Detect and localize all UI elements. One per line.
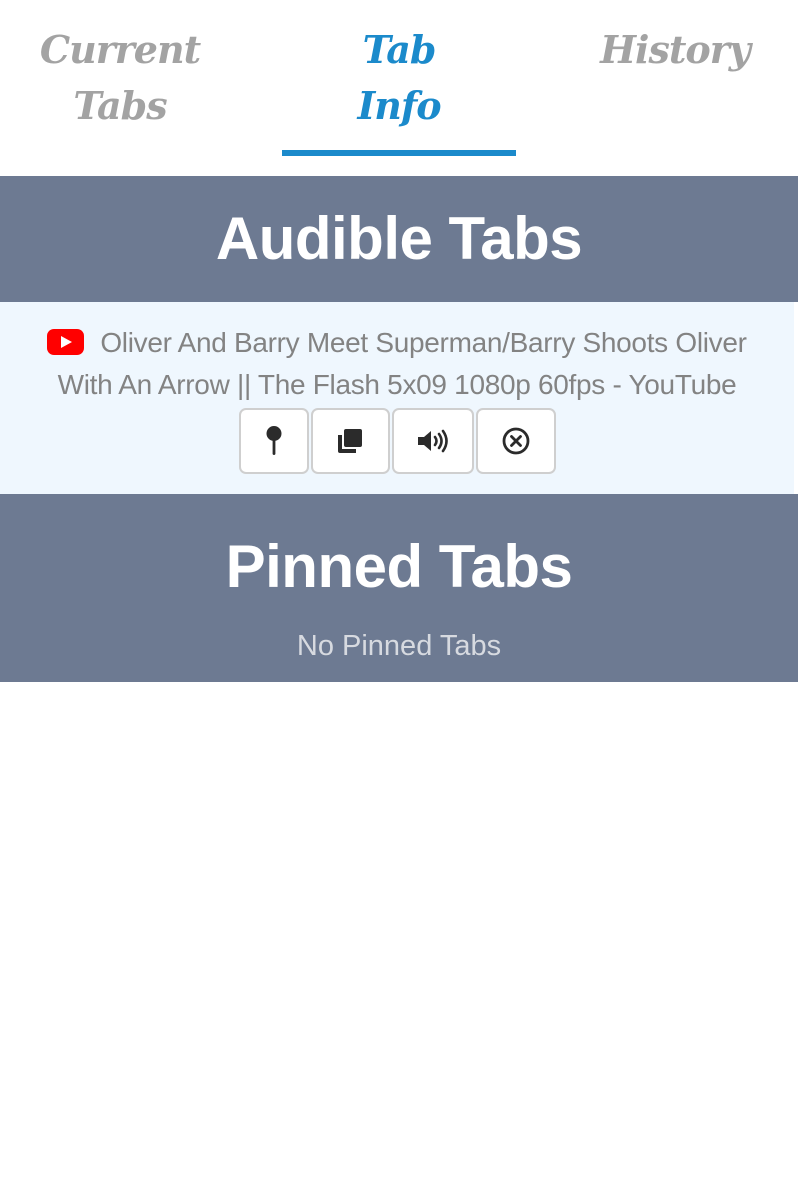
volume-icon	[417, 429, 448, 453]
tab-current-tabs[interactable]: Current Tabs	[0, 22, 240, 134]
duplicate-button[interactable]	[310, 408, 390, 474]
pinned-tabs-section: Pinned Tabs No Pinned Tabs	[0, 494, 798, 682]
tab-history[interactable]: History	[555, 22, 795, 78]
audible-tabs-header: Audible Tabs	[0, 176, 798, 302]
tab-item-title-text[interactable]: Oliver And Barry Meet Superman/Barry Sho…	[17, 322, 777, 406]
tab-tab-info[interactable]: Tab Info	[279, 22, 519, 134]
close-tab-button[interactable]	[475, 408, 556, 474]
audible-tabs-title: Audible Tabs	[215, 205, 583, 272]
tab-label-line: Current	[39, 27, 201, 72]
tab-label-line: History	[600, 27, 751, 72]
pin-button[interactable]	[238, 408, 309, 474]
no-pinned-tabs-text: No Pinned Tabs	[296, 630, 502, 662]
mute-button[interactable]	[391, 408, 474, 474]
youtube-icon	[47, 329, 85, 355]
tab-item-actions	[0, 408, 794, 474]
audible-tab-item: Oliver And Barry Meet Superman/Barry Sho…	[0, 302, 794, 494]
tab-label-line: Tabs	[73, 83, 167, 128]
duplicate-icon	[338, 429, 362, 453]
close-circle-icon	[502, 427, 529, 455]
active-tab-indicator	[282, 150, 516, 156]
tab-label-line: Tab	[362, 27, 437, 72]
tab-bar: Current Tabs Tab Info History	[0, 0, 798, 176]
pinned-tabs-title: Pinned Tabs	[225, 533, 573, 600]
pin-icon	[266, 426, 281, 455]
tab-item-title: Oliver And Barry Meet Superman/Barry Sho…	[57, 327, 747, 400]
tab-label-line: Info	[357, 83, 441, 128]
